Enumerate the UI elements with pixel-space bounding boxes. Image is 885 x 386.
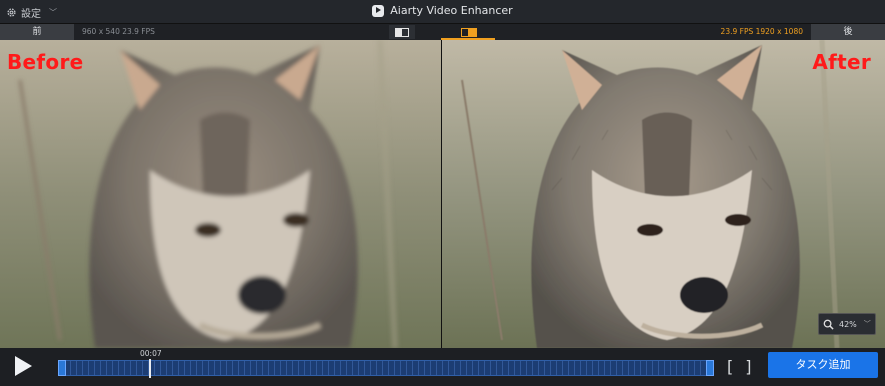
- single-view-button[interactable]: [389, 25, 415, 39]
- add-task-button[interactable]: タスク追加: [768, 352, 878, 378]
- play-button[interactable]: [12, 354, 34, 378]
- trim-end-handle[interactable]: [706, 360, 714, 376]
- title-bar: 設定 ﹀ Aiarty Video Enhancer: [0, 0, 885, 24]
- info-bar: 前 960 x 540 23.9 FPS 23.9 FPS 1920 x 108…: [0, 24, 885, 40]
- app-logo-icon: [372, 4, 385, 17]
- trim-start-handle[interactable]: [58, 360, 66, 376]
- chevron-down-icon: ﹀: [863, 320, 871, 328]
- before-label: Before: [7, 50, 84, 74]
- play-icon: [15, 356, 32, 376]
- playhead[interactable]: [149, 359, 151, 378]
- playback-bar: 00:07 [ ] タスク追加: [0, 348, 885, 386]
- zoom-control[interactable]: 42% ﹀: [818, 313, 876, 335]
- set-out-point-button[interactable]: ]: [745, 357, 751, 376]
- zoom-level: 42%: [839, 319, 857, 329]
- zoom-icon: [823, 319, 834, 330]
- wolf-image-before: [0, 40, 441, 348]
- timeline-track[interactable]: [58, 359, 714, 378]
- app-title-group: Aiarty Video Enhancer: [0, 4, 885, 17]
- after-video-info: 23.9 FPS 1920 x 1080: [720, 27, 803, 36]
- split-view-icon: [461, 27, 477, 37]
- after-preview: After: [442, 40, 885, 348]
- wolf-image-after: [442, 40, 885, 348]
- tab-before[interactable]: 前: [0, 24, 74, 40]
- timeline-frames: [58, 361, 714, 375]
- app-title: Aiarty Video Enhancer: [390, 4, 513, 17]
- set-in-point-button[interactable]: [: [727, 357, 733, 376]
- after-label: After: [812, 50, 871, 74]
- before-video-info: 960 x 540 23.9 FPS: [82, 27, 155, 36]
- tab-after[interactable]: 後: [811, 24, 885, 40]
- split-view-button[interactable]: [456, 25, 482, 39]
- in-out-controls: [ ]: [727, 357, 752, 376]
- current-timecode: 00:07: [140, 349, 162, 358]
- before-preview: Before: [0, 40, 441, 348]
- single-view-icon: [395, 27, 409, 37]
